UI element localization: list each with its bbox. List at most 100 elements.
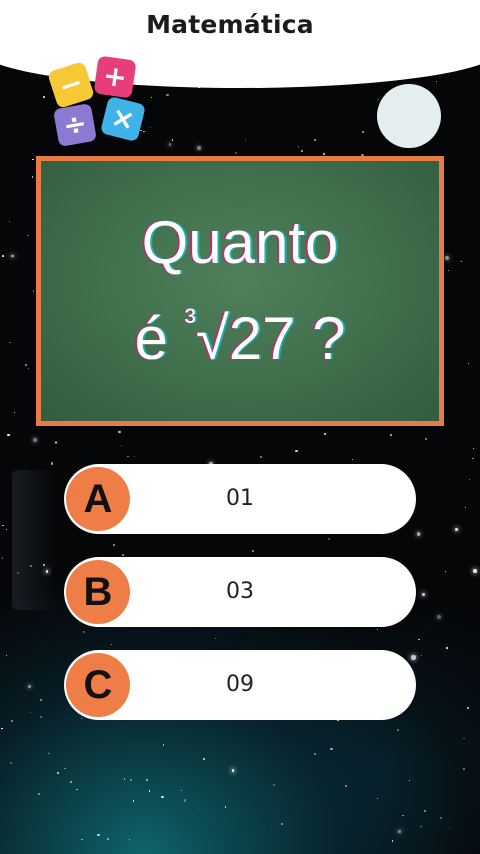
star xyxy=(397,729,399,732)
star xyxy=(38,793,40,795)
star xyxy=(439,817,442,820)
star xyxy=(7,433,10,437)
star xyxy=(9,341,11,344)
star xyxy=(148,790,151,792)
question-line-1: Quanto xyxy=(141,209,339,276)
star xyxy=(24,364,27,367)
star xyxy=(5,528,8,531)
math-logo-icon: − + ÷ × xyxy=(47,55,158,152)
star xyxy=(435,80,438,83)
star xyxy=(345,785,348,788)
star xyxy=(301,150,303,152)
star xyxy=(106,838,109,841)
question-board: Quanto é ³√27 ? xyxy=(36,156,444,426)
question-radical: √27 ? xyxy=(195,305,346,372)
star xyxy=(420,654,423,657)
star xyxy=(112,544,115,546)
star xyxy=(420,533,422,535)
star xyxy=(444,256,449,261)
star xyxy=(420,825,422,827)
star xyxy=(8,220,10,222)
star xyxy=(234,151,237,154)
star xyxy=(31,176,34,178)
answer-option-b[interactable]: B 03 xyxy=(64,557,416,627)
question-line-2: é ³√27 ? xyxy=(134,285,345,381)
star xyxy=(472,447,474,450)
star xyxy=(121,445,123,447)
option-text: 01 xyxy=(226,486,254,511)
star xyxy=(110,643,113,646)
star xyxy=(130,778,133,782)
star xyxy=(122,553,125,556)
star xyxy=(145,778,149,782)
star xyxy=(422,592,426,596)
star xyxy=(161,796,164,799)
star xyxy=(281,822,284,825)
star xyxy=(231,769,235,772)
star xyxy=(1,728,3,730)
star xyxy=(467,362,470,365)
page-title: Matemática xyxy=(146,10,314,39)
star xyxy=(48,752,50,755)
star xyxy=(27,685,31,689)
star xyxy=(127,455,130,458)
star xyxy=(352,458,354,460)
star xyxy=(32,158,34,161)
star xyxy=(390,434,392,436)
star xyxy=(32,289,35,292)
star xyxy=(251,549,254,552)
star xyxy=(42,95,46,99)
star xyxy=(328,538,331,541)
star xyxy=(51,462,54,465)
star xyxy=(69,780,72,783)
star xyxy=(455,527,459,532)
star xyxy=(464,507,467,509)
star xyxy=(123,778,126,780)
star xyxy=(82,630,85,633)
star xyxy=(81,838,83,841)
star xyxy=(14,412,16,414)
star xyxy=(323,153,326,156)
star xyxy=(298,146,300,148)
star xyxy=(132,800,135,802)
star xyxy=(376,797,378,799)
star xyxy=(27,368,29,370)
answer-option-a[interactable]: A 01 xyxy=(64,464,416,534)
star xyxy=(398,830,401,834)
star xyxy=(1,255,4,257)
star xyxy=(183,799,186,802)
star xyxy=(39,715,43,719)
star xyxy=(260,455,263,458)
star xyxy=(378,98,380,100)
answer-option-c[interactable]: C 09 xyxy=(64,650,416,720)
star xyxy=(295,449,298,452)
star xyxy=(416,532,421,536)
root-index: ³ xyxy=(184,302,196,340)
star xyxy=(462,767,465,771)
star xyxy=(63,767,66,770)
star xyxy=(473,569,477,573)
star xyxy=(408,780,410,782)
star xyxy=(244,138,247,141)
star xyxy=(224,806,227,808)
star xyxy=(446,646,449,649)
star xyxy=(361,131,364,133)
star xyxy=(460,261,462,263)
star xyxy=(1,557,4,559)
star xyxy=(467,707,469,709)
star xyxy=(2,524,4,526)
star xyxy=(196,146,202,151)
star xyxy=(472,457,474,460)
side-decoration xyxy=(12,470,56,610)
star xyxy=(314,752,316,755)
star xyxy=(215,638,217,640)
star xyxy=(11,254,14,258)
star xyxy=(272,783,275,786)
star xyxy=(171,139,174,141)
option-text: 09 xyxy=(226,672,254,697)
star xyxy=(133,456,135,458)
star xyxy=(97,833,100,837)
minus-icon: − xyxy=(47,61,95,109)
plus-icon: + xyxy=(93,55,137,99)
star xyxy=(128,838,131,840)
